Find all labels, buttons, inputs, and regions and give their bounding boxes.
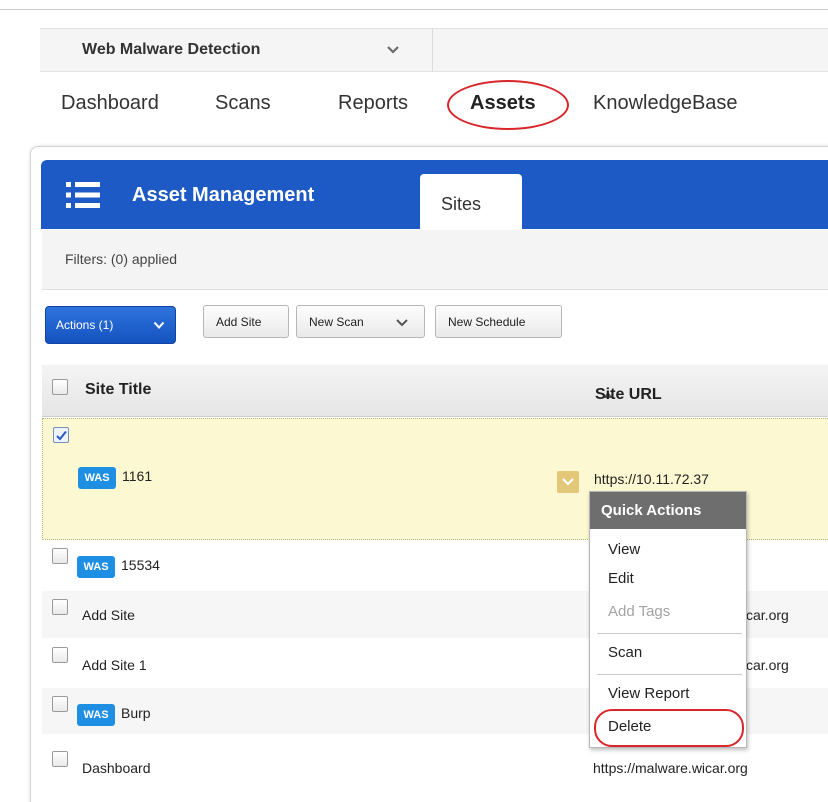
menu-item-delete[interactable]: Delete	[608, 718, 651, 735]
site-title-cell: Burp	[121, 705, 151, 721]
chevron-down-icon	[562, 478, 574, 486]
menu-item-scan[interactable]: Scan	[608, 644, 642, 661]
tab-sites[interactable]: Sites	[420, 174, 522, 230]
app-switcher[interactable]: Web Malware Detection	[40, 29, 433, 71]
new-scan-button-label: New Scan	[309, 315, 364, 329]
actions-button-label: Actions (1)	[56, 318, 114, 332]
was-badge: WAS	[77, 556, 115, 578]
app-name: Web Malware Detection	[82, 41, 261, 58]
chevron-down-icon	[396, 319, 408, 327]
menu-item-view[interactable]: View	[608, 541, 640, 558]
row-checkbox[interactable]	[52, 696, 68, 712]
tab-sites-label: Sites	[441, 194, 482, 214]
new-schedule-button-label: New Schedule	[448, 315, 526, 329]
quick-actions-menu: Quick Actions View Edit Add Tags Scan Vi…	[589, 491, 747, 748]
site-url-cell: https://10.11.72.37	[594, 471, 709, 487]
site-url-cell: https://malware.wicar.org	[593, 760, 748, 776]
menu-divider	[597, 674, 742, 675]
new-schedule-button[interactable]: New Schedule	[435, 305, 562, 338]
site-url-cell: car.org	[746, 607, 789, 623]
row-checkbox[interactable]	[52, 647, 68, 663]
row-checkbox[interactable]	[52, 548, 68, 564]
column-site-title[interactable]: Site Title	[85, 381, 151, 399]
site-title-cell: 1161	[122, 468, 153, 484]
was-badge: WAS	[78, 467, 116, 489]
grid-header: Site Title Site URL	[42, 365, 828, 417]
row-checkbox[interactable]	[52, 751, 68, 767]
add-site-button-label: Add Site	[216, 315, 262, 329]
nav-tab-assets[interactable]: Assets	[470, 92, 536, 115]
site-title-cell: 15534	[121, 557, 160, 573]
chevron-down-icon	[153, 321, 165, 329]
filters-status: Filters: (0) applied	[65, 251, 178, 267]
module-header: Asset Management Sites	[41, 160, 828, 230]
module-title: Asset Management	[132, 184, 315, 206]
menu-item-view-report[interactable]: View Report	[608, 685, 689, 702]
nav-tab-scans[interactable]: Scans	[215, 92, 271, 115]
menu-divider	[597, 633, 742, 634]
quick-actions-header: Quick Actions	[590, 492, 746, 529]
top-divider	[0, 9, 828, 10]
chevron-down-icon	[387, 46, 399, 54]
nav-tab-knowledgebase[interactable]: KnowledgeBase	[593, 92, 738, 115]
column-site-url[interactable]: Site URL	[595, 386, 662, 404]
nav-tab-reports[interactable]: Reports	[338, 92, 408, 115]
site-title-cell: Add Site 1	[82, 657, 147, 673]
list-icon	[66, 182, 100, 208]
was-badge: WAS	[77, 704, 115, 726]
quick-actions-title: Quick Actions	[601, 502, 702, 519]
filters-bar: Filters: (0) applied	[42, 230, 828, 290]
row-checkbox[interactable]	[53, 427, 69, 443]
nav-tab-dashboard[interactable]: Dashboard	[61, 92, 159, 115]
checkmark-icon	[56, 430, 67, 441]
select-all-checkbox[interactable]	[52, 379, 68, 395]
menu-item-add-tags: Add Tags	[608, 603, 671, 620]
row-menu-button[interactable]	[557, 471, 579, 493]
site-url-cell: car.org	[746, 657, 789, 673]
actions-button[interactable]: Actions (1)	[45, 306, 176, 344]
site-title-cell: Dashboard	[82, 760, 151, 776]
menu-item-edit[interactable]: Edit	[608, 570, 634, 587]
new-scan-button[interactable]: New Scan	[296, 305, 425, 338]
site-title-cell: Add Site	[82, 607, 135, 623]
row-checkbox[interactable]	[52, 599, 68, 615]
add-site-button[interactable]: Add Site	[203, 305, 289, 338]
app-bar: Web Malware Detection	[40, 28, 828, 72]
